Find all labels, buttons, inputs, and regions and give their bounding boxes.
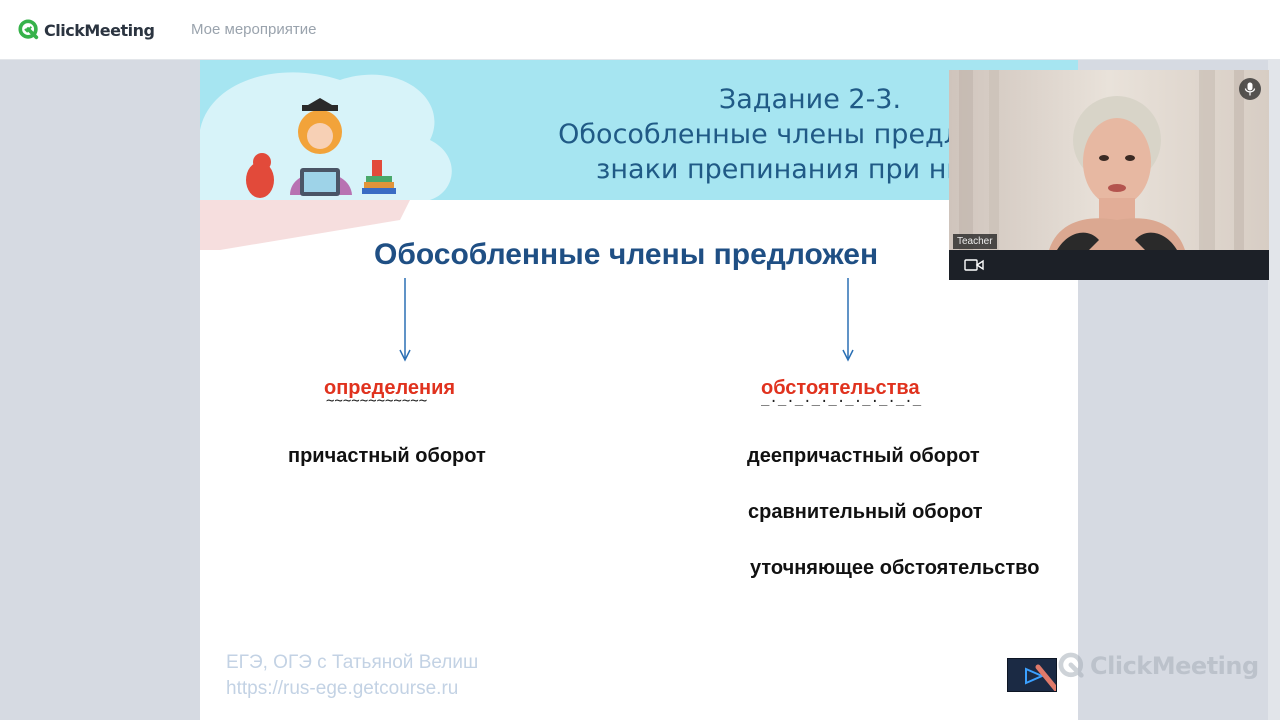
main-heading: Обособленные члены предложен [374,238,879,271]
wavy-underline: ~~~~~~~~~~~~ [326,393,428,409]
camera-icon[interactable] [964,258,984,272]
watermark-line: https://rus-ege.getcourse.ru [226,678,459,699]
watermark-line: ЕГЭ, ОГЭ с Татьяной Велиш [226,652,479,673]
brand-logo[interactable]: ClickMeeting [18,18,155,42]
clickmeeting-logo-icon [1058,652,1084,678]
corner-brand: ClickMeeting [1090,652,1259,680]
teacher-illustration [200,72,452,250]
event-title: Мое мероприятие [191,21,317,38]
clickmeeting-logo-icon [18,19,39,40]
video-thumbnail[interactable] [1007,658,1057,692]
microphone-icon [1244,82,1256,96]
dash-dot-underline: _._._._._._._._._._ [761,390,922,406]
list-item: сравнительный оборот [748,501,983,523]
scrollbar[interactable] [1268,60,1280,720]
presenter-video[interactable]: Teacher [949,70,1269,280]
microphone-button[interactable] [1239,78,1261,100]
presenter-name-label: Teacher [953,234,997,249]
video-controls-bar [949,250,1269,280]
arrow-down-icon [399,278,411,362]
clickmeeting-watermark: ClickMeeting [1058,652,1259,680]
list-item: уточняющее обстоятельство [750,557,1040,579]
play-icon [1008,659,1056,691]
arrow-down-icon [842,278,854,362]
list-item: деепричастный оборот [747,445,980,467]
presenter-camera-feed [949,70,1269,250]
author-watermark: ЕГЭ, ОГЭ с Татьяной Велиш https://rus-eg… [226,650,478,702]
top-bar: ClickMeeting Мое мероприятие [0,0,1280,60]
presentation-slide: Задание 2-3. Обособленные члены предлож … [200,60,1078,720]
brand-name: ClickMeeting [44,20,155,40]
list-item: причастный оборот [288,445,486,467]
